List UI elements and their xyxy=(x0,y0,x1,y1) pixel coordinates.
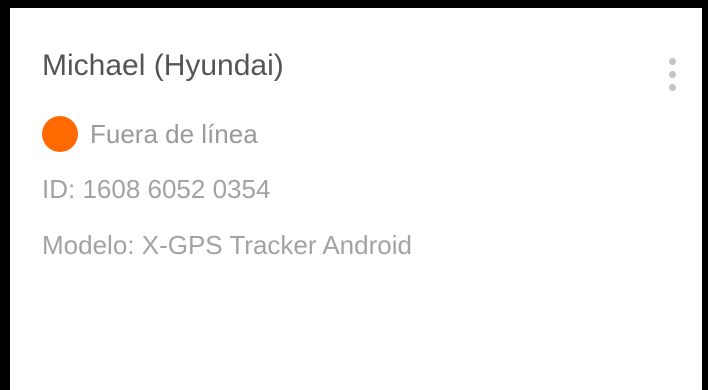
device-id: ID: 1608 6052 0354 xyxy=(42,174,271,204)
more-options-icon[interactable] xyxy=(661,54,685,96)
device-card[interactable]: Michael (Hyundai) Fuera de línea ID: 160… xyxy=(0,0,708,390)
offline-status-icon xyxy=(42,116,78,152)
device-model: Modelo: X-GPS Tracker Android xyxy=(42,230,412,260)
menu-dot xyxy=(669,71,676,78)
status-label: Fuera de línea xyxy=(90,118,258,149)
device-name: Michael (Hyundai) xyxy=(42,49,284,82)
status-row: Fuera de línea xyxy=(42,116,258,152)
menu-dot xyxy=(669,58,676,65)
menu-dot xyxy=(669,84,676,91)
